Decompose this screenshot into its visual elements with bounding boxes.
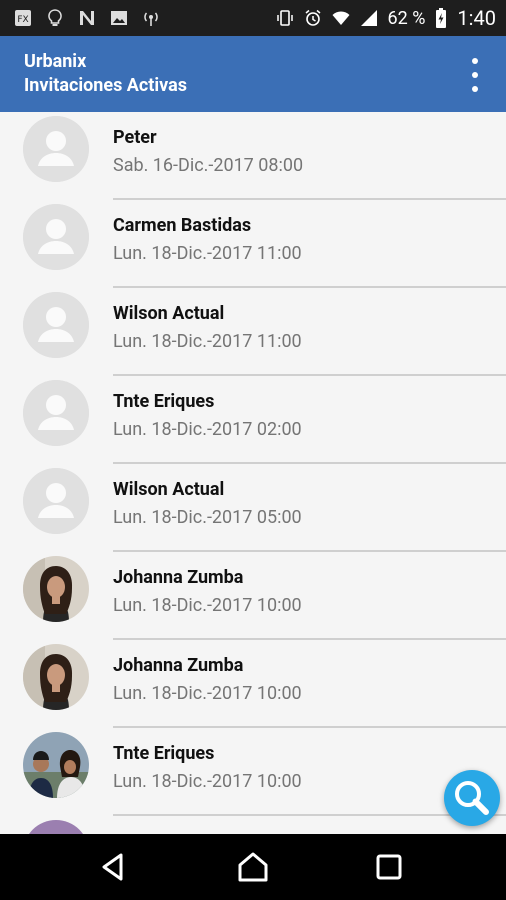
image-icon [111,11,127,25]
status-right-icons: 62 % 1:40 [276,0,496,36]
home-icon[interactable] [236,850,270,884]
default-avatar-icon [23,468,89,534]
alarm-icon [305,9,321,26]
app-bar: Urbanix Invitaciones Activas [0,36,506,112]
battery-charging-icon [436,8,447,28]
default-avatar-icon [23,292,89,358]
invitation-date: Sab. 16-Dic.-2017 08:00 [113,155,304,176]
search-fab-button[interactable] [444,770,500,826]
navigation-bar [0,834,506,900]
invitation-item[interactable]: Peter Sab. 16-Dic.-2017 08:00 [0,112,506,200]
search-icon [455,781,489,815]
invitation-item[interactable]: Carmen Bastidas Lun. 18-Dic.-2017 11:00 [0,200,506,288]
default-avatar-icon [23,116,89,182]
profile-photo-avatar [23,644,89,710]
invitation-date: Lun. 18-Dic.-2017 05:00 [113,507,302,528]
app-notification-icon: FX [15,10,31,26]
status-bar: FX 62 % 1:40 [0,0,506,36]
app-bar-titles: Urbanix Invitaciones Activas [24,50,187,98]
invitation-item-partial[interactable] [0,816,506,834]
status-time: 1:40 [457,6,496,30]
invitation-date: Lun. 18-Dic.-2017 02:00 [113,419,302,440]
n-app-icon [80,11,94,25]
invitation-item[interactable]: Johanna Zumba Lun. 18-Dic.-2017 10:00 [0,552,506,640]
broadcast-icon [144,12,158,26]
profile-photo-avatar [23,820,89,834]
battery-percent: 62 % [387,7,426,29]
invitation-name: Carmen Bastidas [113,215,252,236]
invitation-list: Peter Sab. 16-Dic.-2017 08:00 Carmen Bas… [0,112,506,834]
invitation-name: Tnte Eriques [113,743,215,764]
profile-photo-avatar [23,556,89,622]
default-avatar-icon [23,380,89,446]
back-icon[interactable] [96,850,130,884]
invitation-date: Lun. 18-Dic.-2017 10:00 [113,771,302,792]
invitation-item[interactable]: Tnte Eriques Lun. 18-Dic.-2017 10:00 [0,728,506,816]
invitation-item[interactable]: Tnte Eriques Lun. 18-Dic.-2017 02:00 [0,376,506,464]
invitation-name: Wilson Actual [113,479,225,500]
default-avatar-icon [23,204,89,270]
invitation-name: Wilson Actual [113,303,225,324]
signal-icon [360,10,377,26]
invitation-name: Peter [113,127,157,148]
invitation-date: Lun. 18-Dic.-2017 10:00 [113,595,302,616]
status-left-icons: FX [14,0,160,36]
vibrate-icon [276,10,293,26]
svg-text:FX: FX [17,15,28,25]
invitation-name: Tnte Eriques [113,391,215,412]
invitation-item[interactable]: Wilson Actual Lun. 18-Dic.-2017 11:00 [0,288,506,376]
recents-icon[interactable] [372,850,406,884]
overflow-menu-icon[interactable] [468,58,482,92]
invitation-name: Johanna Zumba [113,655,244,676]
lightbulb-icon [48,9,62,26]
invitation-item[interactable]: Johanna Zumba Lun. 18-Dic.-2017 10:00 [0,640,506,728]
app-name: Urbanix [24,51,87,72]
screen-title: Invitaciones Activas [24,75,187,96]
invitation-date: Lun. 18-Dic.-2017 10:00 [113,683,302,704]
invitation-date: Lun. 18-Dic.-2017 11:00 [113,331,302,352]
profile-photo-avatar [23,732,89,798]
wifi-icon [332,11,350,25]
invitation-date: Lun. 18-Dic.-2017 11:00 [113,243,302,264]
invitation-item[interactable]: Wilson Actual Lun. 18-Dic.-2017 05:00 [0,464,506,552]
invitation-name: Johanna Zumba [113,567,244,588]
